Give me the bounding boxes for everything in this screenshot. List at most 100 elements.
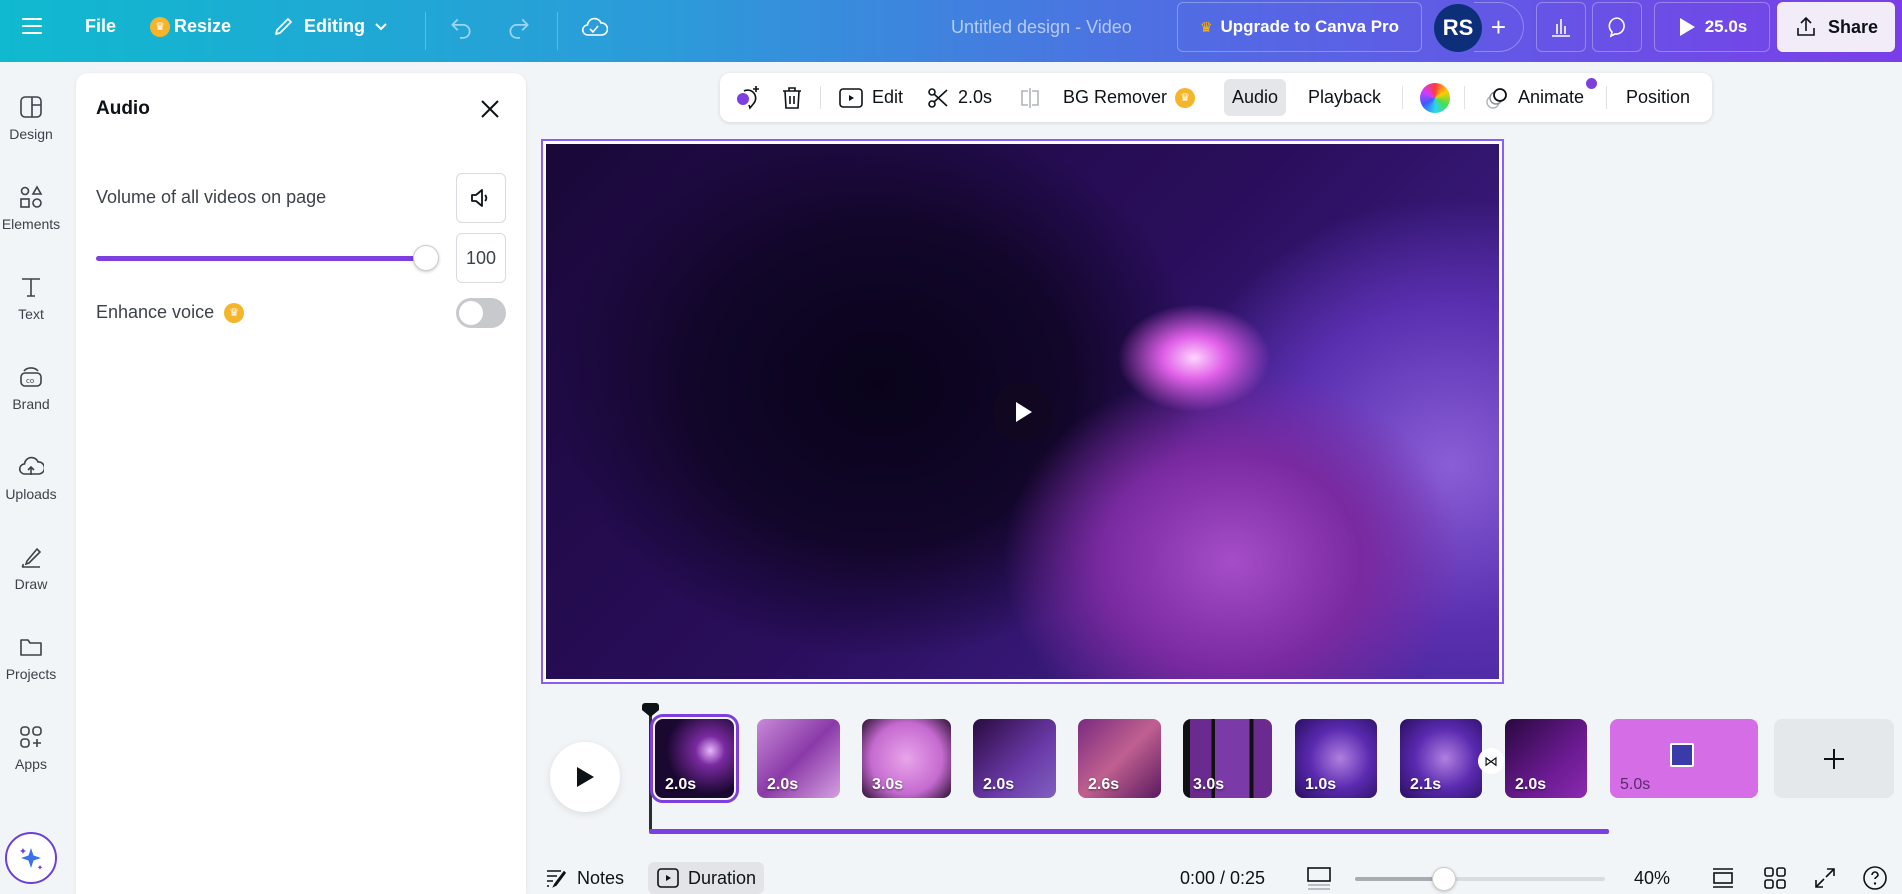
play-icon	[577, 767, 594, 787]
apps-icon	[20, 726, 42, 748]
edit-video-button[interactable]: Edit	[830, 79, 911, 116]
timeline-clip[interactable]: 2.0s	[973, 719, 1056, 798]
timeline-clip[interactable]: 1.0s	[1295, 719, 1377, 798]
folder-icon	[20, 639, 42, 656]
uploads-icon	[18, 456, 44, 475]
duration-button[interactable]: Duration	[648, 862, 765, 894]
mute-toggle-button[interactable]	[456, 173, 506, 223]
divider	[1606, 86, 1607, 109]
clip-duration: 2.0s	[1515, 776, 1547, 793]
notes-button[interactable]: Notes	[545, 862, 624, 894]
magic-sparkle-icon	[20, 848, 43, 870]
redo-icon	[509, 18, 529, 39]
time-readout: 0:00 / 0:25	[1180, 867, 1266, 888]
add-collaborator-button[interactable]: +	[1474, 2, 1524, 52]
file-menu-button[interactable]: File	[85, 16, 116, 37]
zoom-value[interactable]: 40%	[1634, 862, 1670, 894]
clip-duration: 1.0s	[1305, 776, 1337, 793]
canvas-selection-frame[interactable]	[541, 139, 1504, 684]
help-icon[interactable]	[1862, 865, 1888, 891]
comment-add-button[interactable]	[726, 79, 772, 116]
notes-icon	[547, 870, 567, 888]
split-trim-button[interactable]: 2.0s	[918, 79, 1000, 116]
zoom-slider-thumb[interactable]	[1431, 867, 1456, 891]
page-view-icon[interactable]	[1710, 865, 1736, 891]
clip-duration: 3.0s	[872, 776, 904, 793]
speaker-icon	[471, 189, 488, 207]
animate-icon	[1486, 87, 1507, 109]
playback-button[interactable]: Playback	[1300, 79, 1389, 116]
audio-button[interactable]: Audio	[1224, 79, 1287, 116]
rail-item-draw[interactable]: Draw	[0, 544, 62, 592]
divider	[425, 12, 426, 50]
rail-item-projects[interactable]: Projects	[0, 634, 62, 682]
canvas-play-button[interactable]	[992, 381, 1053, 442]
clip-duration: 5.0s	[1620, 776, 1651, 793]
add-page-button[interactable]	[1774, 719, 1894, 798]
insights-button[interactable]	[1536, 2, 1586, 52]
design-title[interactable]: Untitled design - Video	[951, 17, 1132, 38]
share-button[interactable]: Share	[1777, 2, 1895, 52]
cloud-save-status[interactable]	[580, 14, 608, 42]
timeline-clip[interactable]: 2.6s	[1078, 719, 1161, 798]
magic-assistant-button[interactable]	[5, 832, 57, 884]
enhance-voice-toggle[interactable]	[456, 298, 506, 328]
fullscreen-icon[interactable]	[1812, 865, 1838, 891]
undo-button[interactable]	[448, 14, 474, 40]
position-button[interactable]: Position	[1618, 79, 1698, 116]
close-icon	[481, 100, 499, 118]
plus-icon	[1824, 748, 1844, 769]
grid-view-icon[interactable]	[1762, 865, 1788, 891]
resize-button[interactable]: ♛ Resize	[150, 16, 231, 37]
crown-icon: ♛	[224, 302, 245, 323]
timeline-clip[interactable]: 2.1s	[1400, 719, 1482, 798]
flip-icon	[1021, 87, 1039, 108]
rail-item-text[interactable]: Text	[0, 274, 62, 322]
close-panel-button[interactable]	[476, 95, 504, 123]
timeline-clip[interactable]: 2.0s	[1505, 719, 1587, 798]
delete-button[interactable]	[772, 79, 812, 116]
timeline-clip[interactable]: 2.0s	[650, 714, 739, 803]
share-upload-icon	[1797, 16, 1815, 36]
present-play-button[interactable]: 25.0s	[1654, 2, 1770, 52]
divider	[820, 86, 821, 109]
color-button[interactable]	[1412, 79, 1458, 116]
rail-item-uploads[interactable]: Uploads	[0, 454, 62, 502]
rail-item-design[interactable]: Design	[0, 94, 62, 142]
add-comment-icon	[737, 85, 759, 110]
toggle-knob	[459, 301, 483, 325]
rail-item-elements[interactable]: Elements	[0, 184, 62, 232]
draw-icon	[21, 547, 42, 568]
timeline-view-icon[interactable]	[1306, 865, 1332, 891]
playhead-handle[interactable]	[642, 703, 659, 717]
timeline-play-button[interactable]	[550, 742, 620, 812]
bg-remover-button[interactable]: BG Remover ♛	[1055, 79, 1203, 116]
timeline-clip[interactable]: 5.0s	[1610, 719, 1758, 798]
transition-button[interactable]: ⋈	[1478, 748, 1504, 774]
bar-chart-icon	[1552, 19, 1570, 37]
timeline-clip[interactable]: 3.0s	[862, 719, 951, 798]
timeline-audio-track[interactable]	[649, 829, 1609, 834]
comment-icon	[1608, 17, 1625, 38]
main-menu-button[interactable]	[20, 14, 44, 38]
elements-icon	[20, 185, 43, 208]
editing-mode-dropdown[interactable]: Editing	[272, 14, 389, 38]
redo-button[interactable]	[506, 14, 532, 40]
playhead-line[interactable]	[649, 707, 652, 832]
volume-slider-thumb[interactable]	[413, 245, 439, 271]
flip-button[interactable]	[1010, 79, 1050, 116]
upgrade-button[interactable]: ♛ Upgrade to Canva Pro	[1177, 2, 1422, 52]
design-icon	[20, 96, 42, 118]
play-icon	[1015, 401, 1032, 422]
volume-slider[interactable]	[96, 245, 439, 271]
volume-value-input[interactable]: 100	[456, 233, 506, 283]
rail-item-brand[interactable]: co Brand	[0, 364, 62, 412]
comments-button[interactable]	[1592, 2, 1642, 52]
rail-item-apps[interactable]: Apps	[0, 724, 62, 772]
timeline-clip[interactable]: 2.0s	[757, 719, 840, 798]
animate-button[interactable]: Animate	[1476, 79, 1592, 116]
video-canvas[interactable]	[546, 144, 1499, 679]
timeline-clip[interactable]: 3.0s	[1183, 719, 1272, 798]
zoom-slider[interactable]	[1355, 867, 1605, 891]
left-rail: Design Elements Text co Brand Uploads Dr…	[0, 62, 62, 894]
